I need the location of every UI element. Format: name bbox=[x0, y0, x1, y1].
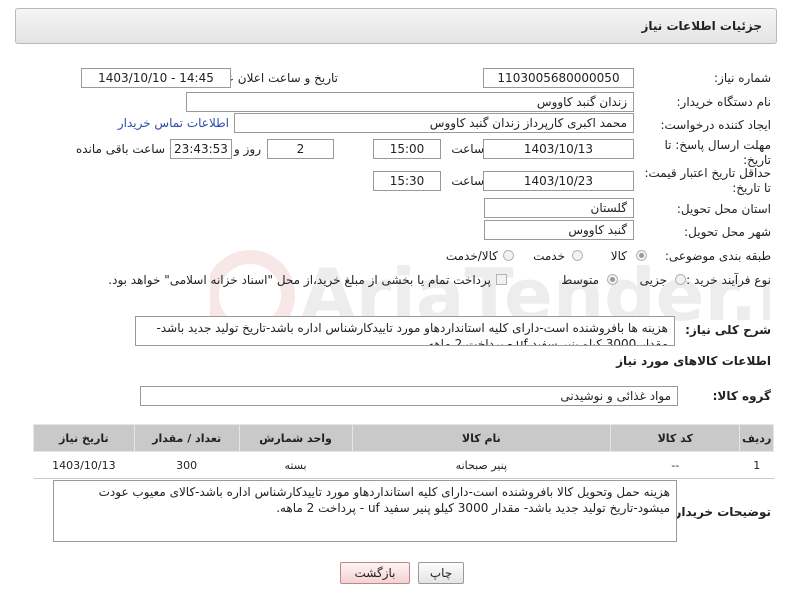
cell-goods-name: پنیر صبحانه bbox=[352, 451, 611, 479]
goods-group-label: گروه کالا: bbox=[712, 389, 771, 403]
process-radio-minor[interactable] bbox=[675, 274, 686, 285]
category-option-goods: کالا bbox=[610, 249, 627, 263]
buyer-org-field: زندان گنبد کاووس bbox=[186, 92, 634, 112]
reply-time-field: 15:00 bbox=[373, 139, 441, 159]
col-row: ردیف bbox=[739, 424, 774, 452]
back-button[interactable]: بازگشت bbox=[340, 562, 410, 584]
description-field: هزینه ها بافروشنده است-دارای کلیه استاند… bbox=[135, 316, 675, 346]
col-goods-code: کد کالا bbox=[610, 424, 741, 452]
buyer-notes-label: توضیحات خریدار: bbox=[669, 505, 771, 519]
buyer-notes-field: هزینه حمل وتحویل کالا بافروشنده است-دارا… bbox=[53, 480, 677, 542]
remaining-label: ساعت باقی مانده bbox=[75, 142, 165, 156]
print-button[interactable]: چاپ bbox=[418, 562, 464, 584]
process-label: نوع فرآیند خرید : bbox=[686, 273, 771, 287]
creator-label: ایجاد کننده درخواست: bbox=[660, 118, 771, 132]
cell-row: 1 bbox=[739, 451, 774, 479]
cell-quantity: 300 bbox=[134, 451, 240, 479]
province-field: گلستان bbox=[484, 198, 634, 218]
province-label: استان محل تحویل: bbox=[676, 202, 771, 216]
cell-goods-code: -- bbox=[610, 451, 740, 479]
goods-section-title: اطلاعات کالاهای مورد نیاز bbox=[616, 354, 771, 368]
goods-group-field: مواد غذائی و نوشیدنی bbox=[140, 386, 678, 406]
category-radio-goods-service[interactable] bbox=[503, 250, 514, 261]
process-radio-medium[interactable] bbox=[607, 274, 618, 285]
creator-field: محمد اکبری کارپرداز زندان گنبد کاووس bbox=[234, 113, 634, 133]
reply-date-field: 1403/10/13 bbox=[483, 139, 634, 159]
price-time-label: ساعت bbox=[451, 174, 484, 188]
announce-field: 1403/10/10 - 14:45 bbox=[81, 68, 231, 88]
days-label: روز و bbox=[234, 142, 261, 156]
need-number-field: 1103005680000050 bbox=[483, 68, 634, 88]
category-radio-goods[interactable] bbox=[636, 250, 647, 261]
category-option-service: خدمت bbox=[533, 249, 565, 263]
days-remaining-field: 2 bbox=[267, 139, 334, 159]
col-quantity: تعداد / مقدار bbox=[133, 424, 240, 452]
price-date-field: 1403/10/23 bbox=[483, 171, 634, 191]
cell-need-date: 1403/10/13 bbox=[33, 451, 135, 479]
treasury-payment-checkbox[interactable] bbox=[496, 274, 507, 285]
price-validity-label: حداقل تاریخ اعتبار قیمت: تا تاریخ: bbox=[644, 166, 771, 195]
page-title: جزئیات اطلاعات نیاز bbox=[641, 19, 762, 33]
city-label: شهر محل تحویل: bbox=[684, 225, 771, 239]
col-unit: واحد شمارش bbox=[238, 424, 353, 452]
cell-unit: بسته bbox=[239, 451, 353, 479]
description-label: شرح کلی نیاز: bbox=[685, 323, 771, 337]
city-field: گنبد کاووس bbox=[484, 220, 634, 240]
col-need-date: تاریخ نیاز bbox=[33, 424, 135, 452]
page-header: جزئیات اطلاعات نیاز bbox=[15, 8, 777, 44]
process-option-minor: جزیی bbox=[639, 273, 667, 287]
treasury-payment-note: پرداخت تمام یا بخشی از مبلغ خرید،از محل … bbox=[108, 273, 491, 287]
reply-deadline-label: مهلت ارسال پاسخ: تا تاریخ: bbox=[664, 138, 771, 167]
remaining-time-field: 23:43:53 bbox=[170, 139, 232, 159]
category-label: طبقه بندی موضوعی: bbox=[664, 249, 771, 263]
process-option-medium: متوسط bbox=[561, 273, 599, 287]
reply-time-label: ساعت bbox=[451, 142, 484, 156]
contact-info-link[interactable]: اطلاعات تماس خریدار bbox=[118, 116, 229, 130]
price-time-field: 15:30 bbox=[373, 171, 441, 191]
buyer-org-label: نام دستگاه خریدار: bbox=[676, 95, 772, 109]
category-radio-service[interactable] bbox=[572, 250, 583, 261]
category-option-goods-service: کالا/خدمت bbox=[445, 249, 498, 263]
need-number-label: شماره نیاز: bbox=[714, 71, 771, 85]
table-row: 1403/10/13 300 بسته پنیر صبحانه -- 1 bbox=[33, 451, 774, 479]
col-goods-name: نام کالا bbox=[351, 424, 612, 452]
goods-table: تاریخ نیاز تعداد / مقدار واحد شمارش نام … bbox=[33, 424, 774, 479]
